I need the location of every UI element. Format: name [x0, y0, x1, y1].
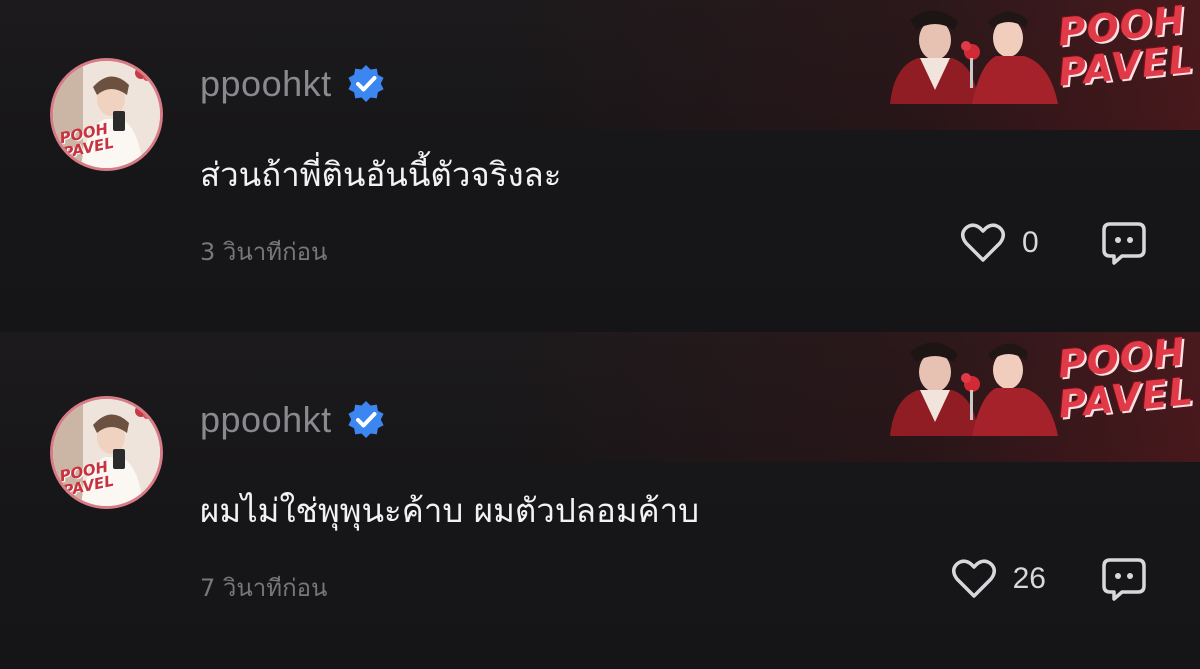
- username-row: ppoohkt: [200, 398, 386, 442]
- comment-text: ผมไม่ใช่พุพุนะค้าบ ผมตัวปลอมค้าบ: [200, 491, 700, 530]
- verified-badge-icon: [348, 65, 384, 102]
- banner-logo: POOH PAVEL: [1055, 0, 1197, 95]
- profile-banner: POOH PAVEL: [880, 332, 1200, 436]
- comment-timestamp: 3 วินาทีก่อน: [200, 238, 328, 266]
- comment-feed: POOH PAVEL POOH PAVEL ppoohkt ส่วนถ้าพี่…: [0, 0, 1200, 669]
- comment-item: POOH PAVEL POOH PAVEL ppoohkt ผมไม่ใช่พุ…: [0, 332, 1200, 669]
- like-count: 26: [1012, 562, 1046, 595]
- like-count: 0: [1022, 226, 1039, 259]
- comment-actions: 0: [960, 218, 1148, 268]
- banner-logo: POOH PAVEL: [1055, 332, 1197, 427]
- comment-text: ส่วนถ้าพี่ตินอันนี้ตัวจริงละ: [200, 155, 562, 194]
- heart-icon[interactable]: [951, 558, 997, 600]
- comment-bubble-icon[interactable]: [1100, 556, 1148, 602]
- heart-icon[interactable]: [960, 222, 1006, 264]
- profile-banner: POOH PAVEL: [880, 0, 1200, 104]
- username-link[interactable]: ppoohkt: [200, 63, 332, 105]
- comment-bubble-icon[interactable]: [1100, 220, 1148, 266]
- avatar[interactable]: POOH PAVEL: [50, 58, 163, 171]
- username-row: ppoohkt: [200, 62, 386, 106]
- comment-item: POOH PAVEL POOH PAVEL ppoohkt ส่วนถ้าพี่…: [0, 0, 1200, 332]
- verified-badge-icon: [348, 401, 384, 438]
- comment-timestamp: 7 วินาทีก่อน: [200, 574, 328, 602]
- banner-figures-image: [890, 10, 1058, 104]
- banner-figures-image: [890, 342, 1058, 436]
- comment-actions: 26: [951, 554, 1148, 604]
- username-link[interactable]: ppoohkt: [200, 399, 332, 441]
- avatar[interactable]: POOH PAVEL: [50, 396, 163, 509]
